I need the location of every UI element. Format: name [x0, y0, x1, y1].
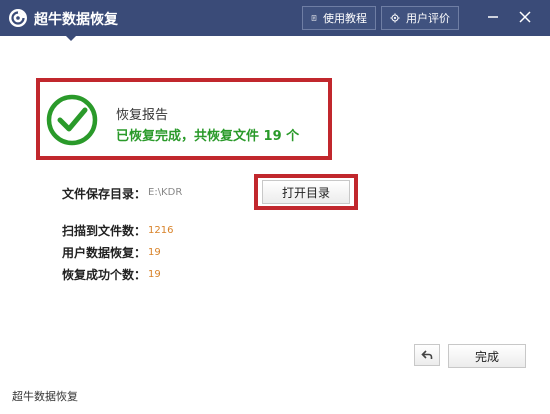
user-data-value: 19 — [148, 247, 161, 258]
tutorial-button[interactable]: 使用教程 — [302, 6, 376, 30]
save-dir-value: E:\KDR — [148, 187, 183, 198]
app-logo-icon — [9, 9, 27, 27]
report-title: 恢复报告 — [116, 108, 169, 123]
recovered-count-value: 19 — [148, 269, 161, 280]
scanned-files-label: 扫描到文件数： — [62, 224, 147, 238]
titlebar-notch — [66, 36, 76, 41]
user-data-label: 用户数据恢复： — [62, 246, 147, 260]
report-summary: 已恢复完成，共恢复文件 19 个 — [116, 129, 300, 144]
open-directory-button[interactable]: 打开目录 — [262, 180, 350, 204]
minimize-icon[interactable] — [486, 10, 500, 24]
user-review-button[interactable]: 用户评价 — [381, 6, 459, 30]
close-icon[interactable] — [518, 10, 532, 24]
back-arrow-icon — [421, 350, 433, 359]
check-circle-icon — [46, 94, 98, 146]
back-button[interactable] — [414, 344, 440, 366]
done-button[interactable]: 完成 — [448, 344, 526, 368]
app-title: 超牛数据恢复 — [34, 12, 118, 28]
user-review-button-label: 用户评价 — [406, 12, 450, 25]
scanned-files-value: 1216 — [148, 225, 174, 236]
titlebar: 超牛数据恢复 使用教程 用户评价 — [0, 0, 550, 36]
footer-brand: 超牛数据恢复 — [12, 390, 78, 403]
recovered-count-label: 恢复成功个数： — [62, 268, 147, 282]
save-dir-label: 文件保存目录： — [62, 187, 147, 201]
gear-icon — [390, 13, 400, 23]
tutorial-button-label: 使用教程 — [323, 12, 367, 25]
document-icon — [311, 15, 317, 21]
